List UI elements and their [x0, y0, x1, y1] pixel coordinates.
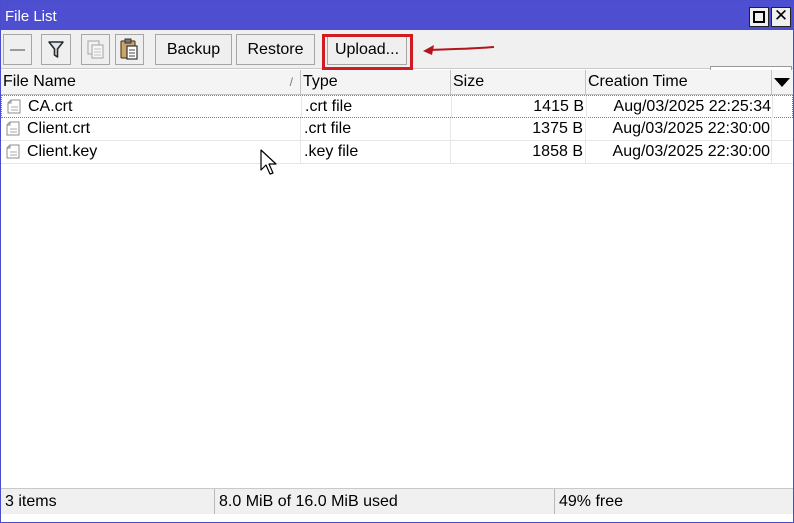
cell-type: .key file — [301, 141, 451, 163]
filter-button[interactable] — [41, 34, 71, 65]
window-title: File List — [5, 8, 57, 25]
cell-type: .crt file — [302, 96, 452, 118]
file-table: File Name / Type Size Creation Time CA.c… — [1, 70, 793, 488]
cell-size: 1858 B — [451, 141, 586, 163]
cell-size: 1375 B — [451, 118, 586, 140]
cell-file-name: Client.key — [1, 141, 301, 163]
copy-icon — [87, 40, 104, 59]
maximize-button[interactable] — [749, 7, 769, 27]
status-disk-usage: 8.0 MiB of 16.0 MiB used — [215, 489, 555, 514]
cell-type: .crt file — [301, 118, 451, 140]
column-menu-button[interactable] — [772, 70, 793, 94]
column-header-type[interactable]: Type — [301, 70, 451, 94]
annotation-arrow-icon — [423, 45, 495, 55]
maximize-icon — [753, 11, 765, 23]
close-icon: ✕ — [773, 6, 789, 26]
minus-icon — [10, 49, 25, 51]
paste-icon — [120, 38, 138, 60]
status-free-space: 49% free — [559, 493, 624, 510]
status-item-count: 3 items — [1, 489, 215, 514]
cell-file-name: CA.crt — [2, 96, 302, 118]
column-header-creation-time[interactable]: Creation Time — [586, 70, 772, 94]
file-list-window: File List ✕ Backup Restore Upload... Fin… — [0, 0, 794, 523]
close-button[interactable]: ✕ — [771, 6, 791, 27]
backup-button[interactable]: Backup — [155, 34, 232, 65]
table-row[interactable]: Client.crt .crt file 1375 B Aug/03/2025 … — [1, 118, 793, 141]
cell-creation-time: Aug/03/2025 22:30:00 — [586, 141, 772, 163]
cell-creation-time: Aug/03/2025 22:25:34 — [587, 96, 773, 118]
column-header-label: File Name — [3, 73, 76, 90]
column-header-size[interactable]: Size — [451, 70, 586, 94]
status-bar: 3 items 8.0 MiB of 16.0 MiB used 49% fre… — [1, 488, 793, 514]
chevron-down-icon — [774, 78, 790, 87]
column-header-file-name[interactable]: File Name / — [1, 70, 301, 94]
sort-indicator: / — [289, 75, 293, 89]
cell-creation-time: Aug/03/2025 22:30:00 — [586, 118, 772, 140]
restore-button[interactable]: Restore — [236, 34, 315, 65]
table-row[interactable]: Client.key .key file 1858 B Aug/03/2025 … — [1, 141, 793, 164]
cell-file-name: Client.crt — [1, 118, 301, 140]
mouse-pointer-icon — [260, 149, 277, 175]
table-header: File Name / Type Size Creation Time — [1, 70, 793, 95]
upload-highlight-box — [322, 34, 413, 70]
cell-size: 1415 B — [452, 96, 587, 118]
table-row[interactable]: CA.crt .crt file 1415 B Aug/03/2025 22:2… — [1, 95, 793, 118]
copy-button[interactable] — [81, 34, 110, 65]
paste-button[interactable] — [115, 34, 144, 65]
title-bar[interactable]: File List ✕ — [1, 1, 793, 30]
filter-icon — [48, 41, 64, 58]
remove-button[interactable] — [3, 34, 32, 65]
